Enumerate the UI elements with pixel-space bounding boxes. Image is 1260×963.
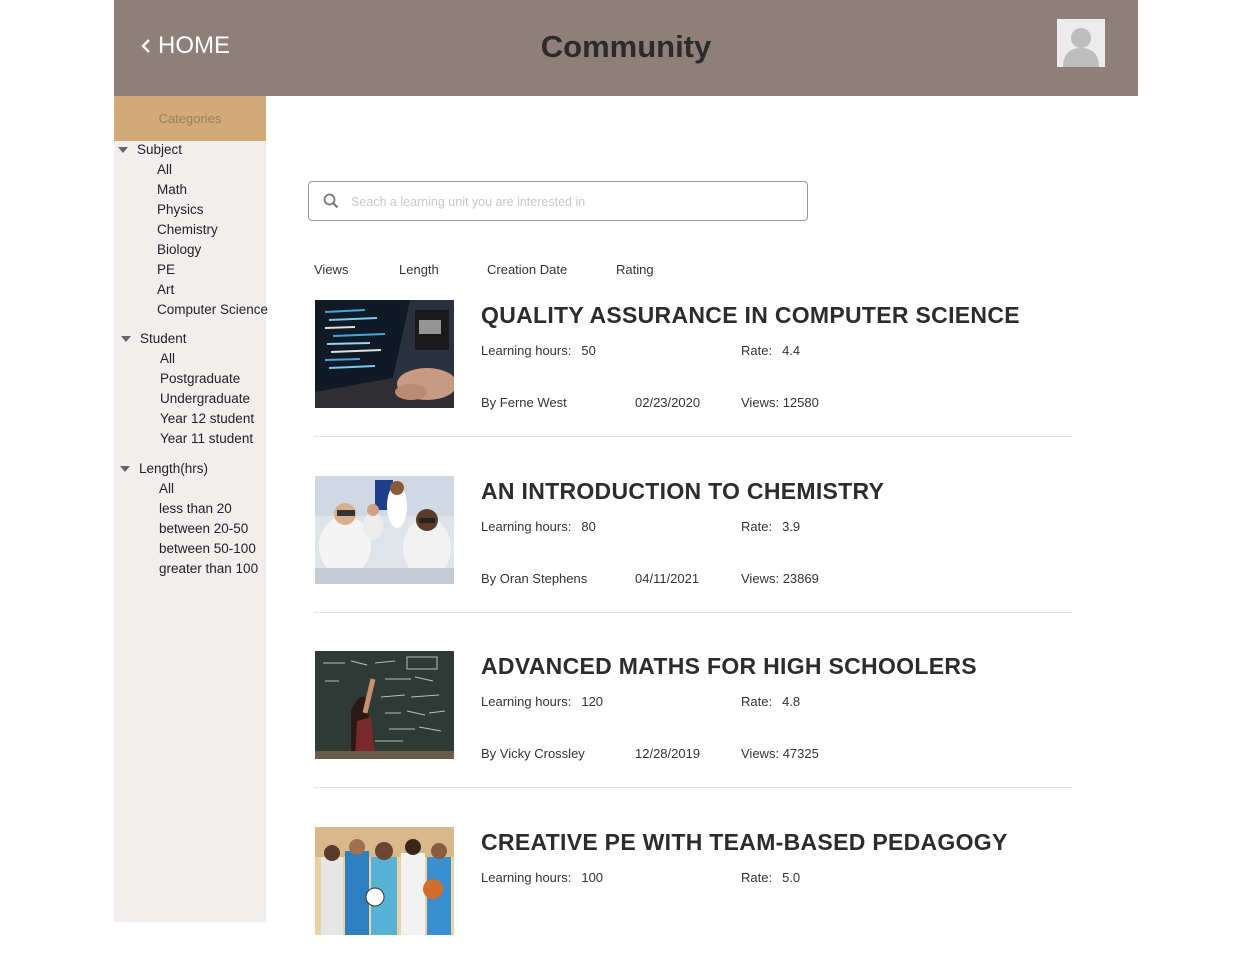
views-value: 12580 [782, 395, 819, 410]
learning-hours: Learning hours: 120 [481, 694, 604, 709]
author-name: Ferne West [499, 395, 567, 410]
group-subject-title: Subject [137, 142, 183, 157]
creation-date: 12/28/2019 [635, 746, 701, 761]
learning-hours: Learning hours: 100 [481, 870, 604, 885]
subject-math[interactable]: Math [157, 182, 187, 197]
students-sports-photo [315, 827, 454, 935]
laptop-code-photo [315, 300, 454, 408]
author: By Oran Stephens [481, 571, 588, 586]
hours-value: 100 [581, 870, 604, 885]
sort-views[interactable]: Views [314, 262, 348, 277]
course-card[interactable]: CREATIVE PE WITH TEAM-BASED PEDAGOGY Lea… [314, 827, 1072, 963]
course-title[interactable]: CREATIVE PE WITH TEAM-BASED PEDAGOGY [481, 829, 1008, 856]
group-length-toggle[interactable]: Length(hrs) [120, 461, 208, 476]
views-value: 23869 [782, 571, 819, 586]
user-avatar[interactable] [1057, 19, 1105, 67]
subject-all[interactable]: All [157, 162, 172, 177]
sort-creation-date[interactable]: Creation Date [487, 262, 567, 277]
course-card[interactable]: ADVANCED MATHS FOR HIGH SCHOOLERS Learni… [314, 651, 1072, 788]
search-icon [323, 193, 339, 209]
subject-computer-science[interactable]: Computer Science [157, 302, 268, 317]
subject-biology[interactable]: Biology [157, 242, 201, 257]
rate-value: 5.0 [782, 870, 801, 885]
group-student-title: Student [140, 331, 187, 346]
hours-value: 80 [581, 519, 596, 534]
learning-hours: Learning hours: 80 [481, 519, 596, 534]
student-undergraduate[interactable]: Undergraduate [160, 391, 250, 406]
rate-value: 4.8 [782, 694, 801, 709]
length-all[interactable]: All [159, 481, 174, 496]
sort-length[interactable]: Length [399, 262, 439, 277]
rating: Rate: 4.8 [741, 694, 801, 709]
student-year-11[interactable]: Year 11 student [160, 431, 253, 446]
learning-hours: Learning hours: 50 [481, 343, 596, 358]
rating: Rate: 5.0 [741, 870, 801, 885]
student-postgraduate[interactable]: Postgraduate [160, 371, 240, 386]
creation-date: 02/23/2020 [635, 395, 701, 410]
course-card[interactable]: AN INTRODUCTION TO CHEMISTRY Learning ho… [314, 476, 1072, 613]
subject-chemistry[interactable]: Chemistry [157, 222, 218, 237]
search-box [308, 181, 808, 221]
course-card[interactable]: QUALITY ASSURANCE IN COMPUTER SCIENCE Le… [314, 300, 1072, 437]
subject-art[interactable]: Art [157, 282, 174, 297]
views-count: Views: 23869 [741, 571, 819, 586]
category-sidebar: Categories Subject All Math Physics Chem… [114, 96, 268, 922]
author: By Vicky Crossley [481, 746, 585, 761]
caret-down-icon [118, 146, 128, 153]
views-value: 47325 [782, 746, 819, 761]
views-count: Views: 47325 [741, 746, 819, 761]
student-all[interactable]: All [160, 351, 175, 366]
course-title[interactable]: AN INTRODUCTION TO CHEMISTRY [481, 478, 884, 505]
caret-down-icon [120, 465, 130, 472]
rate-value: 3.9 [782, 519, 801, 534]
caret-down-icon [121, 335, 131, 342]
subject-physics[interactable]: Physics [157, 202, 204, 217]
group-student-toggle[interactable]: Student [121, 331, 187, 346]
length-greater-than-100[interactable]: greater than 100 [159, 561, 258, 576]
length-less-than-20[interactable]: less than 20 [159, 501, 232, 516]
student-year-12[interactable]: Year 12 student [160, 411, 254, 426]
creation-date: 04/11/2021 [635, 571, 700, 586]
views-count: Views: 12580 [741, 395, 819, 410]
blackboard-photo [315, 651, 454, 759]
author-name: Vicky Crossley [499, 746, 585, 761]
user-icon [1057, 19, 1105, 67]
length-50-100[interactable]: between 50-100 [159, 541, 256, 556]
hours-value: 120 [581, 694, 604, 709]
rate-value: 4.4 [782, 343, 801, 358]
rating: Rate: 3.9 [741, 519, 801, 534]
hours-value: 50 [581, 343, 596, 358]
course-title[interactable]: ADVANCED MATHS FOR HIGH SCHOOLERS [481, 653, 977, 680]
categories-heading: Categories [114, 96, 266, 141]
author: By Ferne West [481, 395, 567, 410]
course-title[interactable]: QUALITY ASSURANCE IN COMPUTER SCIENCE [481, 302, 1020, 329]
group-length-title: Length(hrs) [139, 461, 209, 476]
group-subject-toggle[interactable]: Subject [118, 142, 182, 157]
chemistry-lab-photo [315, 476, 454, 584]
rating: Rate: 4.4 [741, 343, 801, 358]
subject-pe[interactable]: PE [157, 262, 175, 277]
length-20-50[interactable]: between 20-50 [159, 521, 248, 536]
search-input[interactable] [349, 188, 793, 216]
sort-rating[interactable]: Rating [616, 262, 654, 277]
author-name: Oran Stephens [499, 571, 588, 586]
page-frame: HOME Community Categories Subject All Ma… [114, 0, 1138, 935]
page-title: Community [540, 29, 712, 64]
top-header: HOME Community [114, 0, 1138, 96]
